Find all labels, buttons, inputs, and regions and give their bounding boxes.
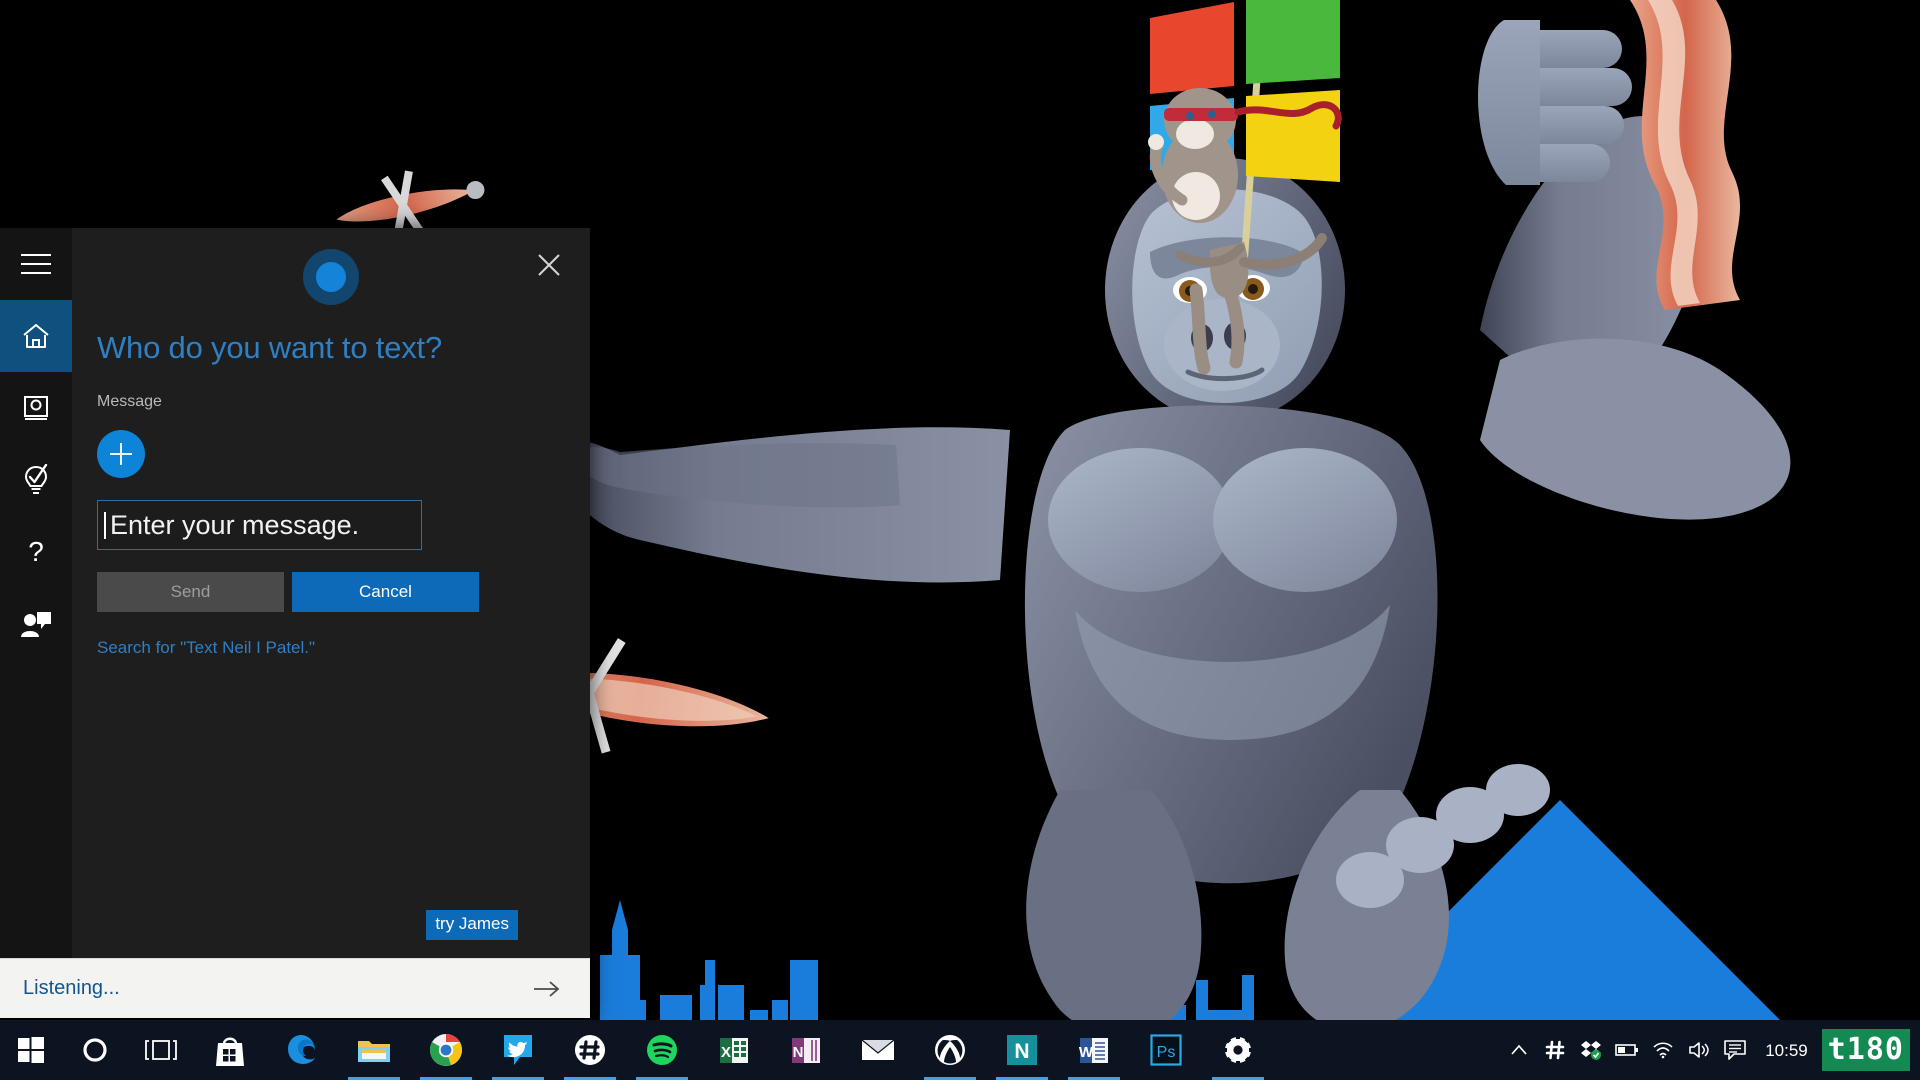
feedback-person-icon (21, 612, 51, 637)
windows-start-icon (18, 1037, 44, 1063)
cortana-content: Who do you want to text? Message Enter y… (72, 228, 590, 958)
cortana-listening-bar[interactable]: Listening... (0, 958, 590, 1018)
dropbox-tray-button[interactable] (1573, 1020, 1609, 1080)
mail-envelope-icon (861, 1033, 895, 1067)
twitter-bird-icon (501, 1033, 535, 1067)
clock[interactable]: 10:59 (1753, 1042, 1820, 1059)
taskbar-item-word[interactable]: W (1058, 1020, 1130, 1080)
taskbar-item-onenote[interactable]: N (770, 1020, 842, 1080)
taskbar-item-twitter[interactable] (482, 1020, 554, 1080)
plus-icon (110, 443, 132, 465)
sidebar-item-feedback[interactable] (0, 588, 72, 660)
spotify-icon (645, 1033, 679, 1067)
cortana-search-button[interactable] (62, 1020, 128, 1080)
photoshop-ps-icon: Ps (1149, 1033, 1183, 1067)
store-bag-icon (213, 1033, 247, 1067)
desktop-screen: ? Who do you want to text? Message Enter… (0, 0, 1920, 1080)
svg-text:W: W (1079, 1044, 1094, 1061)
svg-text:N: N (793, 1044, 804, 1061)
submit-arrow-button[interactable] (526, 968, 568, 1010)
speaker-icon (1689, 1042, 1709, 1058)
chrome-icon (429, 1033, 463, 1067)
taskbar-item-photoshop[interactable]: Ps (1130, 1020, 1202, 1080)
show-hidden-icons-button[interactable] (1501, 1020, 1537, 1080)
wifi-icon (1653, 1042, 1673, 1059)
slack-tray-button[interactable] (1537, 1020, 1573, 1080)
taskbar-item-microsoft-store[interactable] (194, 1020, 266, 1080)
search-for-link[interactable]: Search for "Text Neil I Patel." (97, 638, 315, 658)
svg-text:N: N (1014, 1040, 1029, 1063)
watermark-text: t180 (1827, 1032, 1904, 1067)
action-button-row: Send Cancel (97, 572, 479, 612)
sidebar-item-home[interactable] (0, 300, 72, 372)
cortana-orb-icon (303, 249, 359, 305)
onenote-icon: N (789, 1033, 823, 1067)
taskbar-item-settings[interactable] (1202, 1020, 1274, 1080)
xbox-icon (933, 1033, 967, 1067)
action-center-button[interactable] (1717, 1020, 1753, 1080)
pinned-apps: X N N W Ps (194, 1020, 1274, 1080)
battery-icon (1615, 1044, 1639, 1056)
taskbar-item-excel[interactable]: X (698, 1020, 770, 1080)
message-input[interactable]: Enter your message. (97, 500, 422, 550)
close-button[interactable] (526, 242, 572, 288)
hamburger-icon (21, 254, 51, 274)
taskbar-item-nitro[interactable]: N (986, 1020, 1058, 1080)
system-tray: 10:59 t180 (1501, 1020, 1920, 1080)
hamburger-menu-button[interactable] (0, 228, 72, 300)
cortana-circle-icon (83, 1038, 107, 1062)
lightbulb-check-icon (24, 464, 48, 494)
battery-button[interactable] (1609, 1020, 1645, 1080)
svg-text:?: ? (28, 536, 44, 567)
cortana-nav-rail: ? (0, 228, 72, 958)
slack-hash-icon (573, 1033, 607, 1067)
svg-text:X: X (721, 1044, 731, 1061)
chevron-up-icon (1511, 1044, 1527, 1055)
letter-n-icon: N (1005, 1033, 1039, 1067)
home-icon (23, 324, 49, 348)
arrow-right-icon (534, 980, 560, 997)
edge-icon (285, 1033, 319, 1067)
message-input-value: Enter your message. (104, 511, 359, 539)
listening-status-text: Listening... (23, 977, 120, 999)
notebook-icon (24, 396, 48, 420)
start-button[interactable] (0, 1020, 62, 1080)
taskbar-item-mail[interactable] (842, 1020, 914, 1080)
slack-hash-icon (1545, 1040, 1565, 1060)
message-field-label: Message (97, 393, 162, 410)
send-button[interactable]: Send (97, 572, 284, 612)
cancel-button[interactable]: Cancel (292, 572, 479, 612)
sidebar-item-help[interactable]: ? (0, 516, 72, 588)
task-view-icon (145, 1040, 177, 1060)
taskbar-item-file-explorer[interactable] (338, 1020, 410, 1080)
taskbar-item-spotify[interactable] (626, 1020, 698, 1080)
add-contact-button[interactable] (97, 430, 145, 478)
folder-icon (357, 1033, 391, 1067)
try-suggestion-badge[interactable]: try James (426, 910, 518, 940)
cortana-body: ? Who do you want to text? Message Enter… (0, 228, 590, 958)
question-mark-icon: ? (28, 536, 44, 567)
taskbar-item-microsoft-edge[interactable] (266, 1020, 338, 1080)
close-icon (538, 254, 560, 276)
action-center-icon (1724, 1040, 1747, 1060)
excel-icon: X (717, 1033, 751, 1067)
svg-text:Ps: Ps (1157, 1044, 1176, 1061)
task-view-button[interactable] (128, 1020, 194, 1080)
dropbox-icon (1581, 1041, 1602, 1060)
taskbar-item-slack[interactable] (554, 1020, 626, 1080)
sidebar-item-notebook[interactable] (0, 372, 72, 444)
volume-button[interactable] (1681, 1020, 1717, 1080)
network-button[interactable] (1645, 1020, 1681, 1080)
page-title: Who do you want to text? (97, 330, 443, 365)
watermark-badge: t180 (1821, 1029, 1910, 1071)
taskbar: X N N W Ps 10:59 t180 (0, 1020, 1920, 1080)
cortana-panel: ? Who do you want to text? Message Enter… (0, 228, 590, 1018)
taskbar-item-xbox[interactable] (914, 1020, 986, 1080)
sidebar-item-reminders[interactable] (0, 444, 72, 516)
gear-icon (1221, 1033, 1255, 1067)
taskbar-item-google-chrome[interactable] (410, 1020, 482, 1080)
word-icon: W (1077, 1033, 1111, 1067)
